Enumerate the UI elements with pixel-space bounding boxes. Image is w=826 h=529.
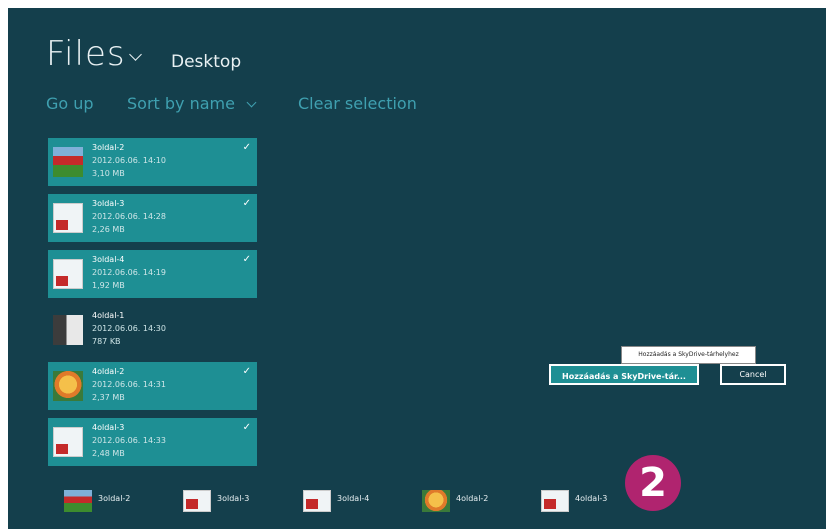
file-name: 4oldal-1 [92,311,125,320]
cancel-button[interactable]: Cancel [720,364,786,385]
tray-item[interactable]: 3oldal-2 [64,488,174,512]
tray-label: 4oldal-2 [456,494,489,503]
checkmark-icon: ✓ [242,254,251,265]
tooltip: Hozzáadás a SkyDrive-tárhelyhez [621,346,756,364]
add-to-skydrive-button[interactable]: Hozzáadás a SkyDrive-tár... [549,364,699,385]
file-item[interactable]: 4oldal-3 2012.06.06. 14:33 2,48 MB ✓ [48,418,257,466]
file-item[interactable]: 3oldal-4 2012.06.06. 14:19 1,92 MB ✓ [48,250,257,298]
file-thumbnail [53,203,83,233]
file-date: 2012.06.06. 14:30 [92,324,166,333]
tray-thumbnail [541,490,569,512]
tray-thumbnail [64,490,92,512]
page-title: Files [46,34,126,74]
file-item[interactable]: 3oldal-2 2012.06.06. 14:10 3,10 MB ✓ [48,138,257,186]
file-name: 3oldal-2 [92,143,125,152]
checkmark-icon: ✓ [242,198,251,209]
file-thumbnail [53,259,83,289]
checkmark-icon: ✓ [242,366,251,377]
file-size: 1,92 MB [92,281,125,290]
file-item[interactable]: 3oldal-3 2012.06.06. 14:28 2,26 MB ✓ [48,194,257,242]
file-date: 2012.06.06. 14:28 [92,212,166,221]
file-name: 4oldal-3 [92,423,125,432]
file-size: 2,48 MB [92,449,125,458]
tray-item[interactable]: 3oldal-4 [303,488,413,512]
sort-button[interactable]: Sort by name [127,94,235,113]
step-number-badge: 2 [625,455,681,511]
tray-label: 4oldal-3 [575,494,608,503]
sort-chevron-icon[interactable] [246,97,257,108]
file-picker: Files Desktop Go up Sort by name Clear s… [8,8,826,529]
checkmark-icon: ✓ [242,422,251,433]
checkmark-icon: ✓ [242,142,251,153]
tray-thumbnail [422,490,450,512]
location-label[interactable]: Desktop [171,52,241,72]
file-size: 3,10 MB [92,169,125,178]
file-name: 4oldal-2 [92,367,125,376]
file-item[interactable]: 4oldal-2 2012.06.06. 14:31 2,37 MB ✓ [48,362,257,410]
tray-item[interactable]: 4oldal-2 [422,488,532,512]
file-date: 2012.06.06. 14:10 [92,156,166,165]
file-thumbnail [53,147,83,177]
file-item[interactable]: 4oldal-1 2012.06.06. 14:30 787 KB [48,306,257,354]
file-thumbnail [53,315,83,345]
file-thumbnail [53,371,83,401]
tray-label: 3oldal-2 [98,494,131,503]
tray-label: 3oldal-3 [217,494,250,503]
file-size: 2,26 MB [92,225,125,234]
clear-selection-button[interactable]: Clear selection [298,94,417,113]
chevron-down-icon[interactable] [129,48,142,61]
file-name: 3oldal-4 [92,255,125,264]
file-size: 787 KB [92,337,121,346]
tray-label: 3oldal-4 [337,494,370,503]
file-date: 2012.06.06. 14:33 [92,436,166,445]
file-size: 2,37 MB [92,393,125,402]
go-up-button[interactable]: Go up [46,94,94,113]
tray-thumbnail [303,490,331,512]
tray-item[interactable]: 3oldal-3 [183,488,293,512]
file-date: 2012.06.06. 14:19 [92,268,166,277]
file-name: 3oldal-3 [92,199,125,208]
file-thumbnail [53,427,83,457]
file-date: 2012.06.06. 14:31 [92,380,166,389]
tray-thumbnail [183,490,211,512]
